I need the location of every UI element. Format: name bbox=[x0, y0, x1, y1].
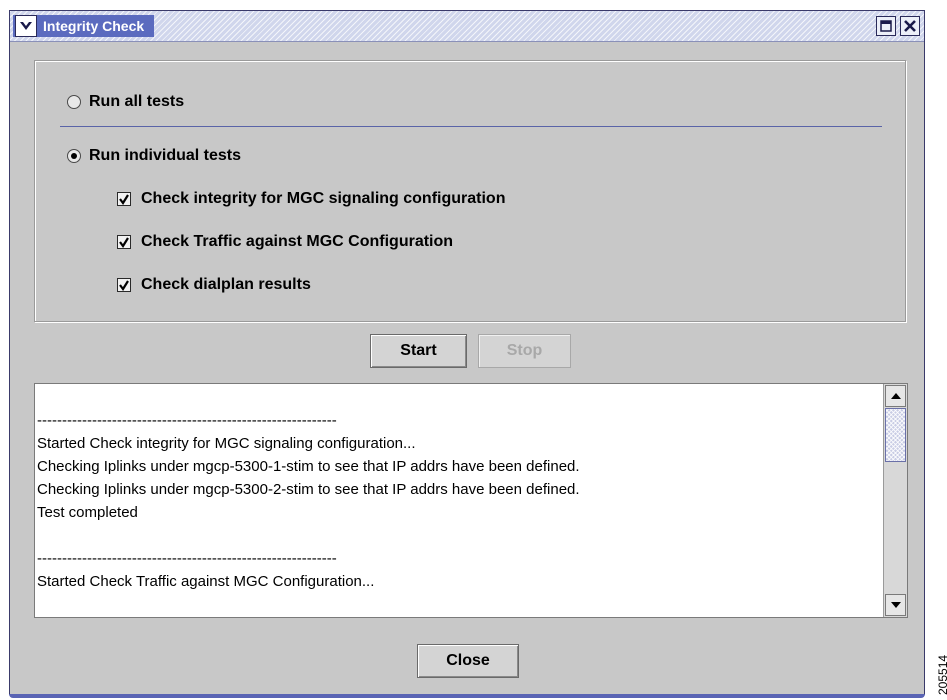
log-line: Test completed bbox=[37, 504, 138, 521]
start-button[interactable]: Start bbox=[370, 334, 467, 368]
check-dialplan-checkbox[interactable]: Check dialplan results bbox=[117, 276, 311, 294]
log-text: ----------------------------------------… bbox=[37, 386, 877, 593]
scroll-thumb[interactable] bbox=[885, 408, 906, 462]
check-signaling-config-checkbox[interactable]: Check integrity for MGC signaling config… bbox=[117, 190, 505, 208]
log-line: ----------------------------------------… bbox=[37, 412, 337, 429]
arrow-down-icon bbox=[890, 602, 901, 608]
close-icon bbox=[904, 20, 916, 32]
window-title: Integrity Check bbox=[43, 18, 145, 34]
run-individual-tests-label: Run individual tests bbox=[89, 147, 242, 164]
window-bottom-border bbox=[9, 694, 925, 698]
log-line: Checking Iplinks under mgcp-5300-2-stim … bbox=[37, 481, 580, 498]
radio-unselected-icon bbox=[67, 95, 81, 109]
test-options-panel: Run all tests Run individual tests Check… bbox=[34, 60, 906, 322]
close-button[interactable]: Close bbox=[417, 644, 519, 678]
checkmark-icon bbox=[117, 192, 131, 206]
maximize-button[interactable] bbox=[876, 16, 896, 36]
chevron-down-icon[interactable] bbox=[15, 15, 37, 37]
checkmark-icon bbox=[117, 235, 131, 249]
log-vertical-scrollbar[interactable] bbox=[883, 384, 907, 617]
close-window-button[interactable] bbox=[900, 16, 920, 36]
title-area: Integrity Check bbox=[13, 15, 155, 37]
log-line: Checking Iplinks under mgcp-5300-1-stim … bbox=[37, 458, 580, 475]
title-bar[interactable]: Integrity Check bbox=[10, 11, 924, 42]
log-line: Started Check Traffic against MGC Config… bbox=[37, 573, 375, 590]
check-dialplan-label: Check dialplan results bbox=[141, 276, 311, 293]
maximize-icon bbox=[880, 20, 892, 32]
scroll-up-button[interactable] bbox=[885, 385, 906, 407]
checkmark-icon bbox=[117, 278, 131, 292]
log-output-area[interactable]: ----------------------------------------… bbox=[34, 383, 908, 618]
check-traffic-label: Check Traffic against MGC Configuration bbox=[141, 233, 454, 250]
log-line: Started Check integrity for MGC signalin… bbox=[37, 435, 416, 452]
options-separator bbox=[60, 126, 882, 127]
radio-selected-icon bbox=[67, 149, 81, 163]
figure-id-label: 205514 bbox=[936, 654, 947, 695]
arrow-up-icon bbox=[890, 393, 901, 399]
integrity-check-window: Integrity Check Run all tests Run indivi… bbox=[9, 10, 925, 698]
run-individual-tests-radio[interactable]: Run individual tests bbox=[67, 147, 241, 165]
check-signaling-config-label: Check integrity for MGC signaling config… bbox=[141, 190, 506, 207]
stop-button[interactable]: Stop bbox=[478, 334, 571, 368]
run-all-tests-label: Run all tests bbox=[89, 93, 185, 110]
check-traffic-checkbox[interactable]: Check Traffic against MGC Configuration bbox=[117, 233, 453, 251]
scroll-down-button[interactable] bbox=[885, 594, 906, 616]
run-all-tests-radio[interactable]: Run all tests bbox=[67, 93, 184, 111]
log-line: ----------------------------------------… bbox=[37, 550, 337, 567]
